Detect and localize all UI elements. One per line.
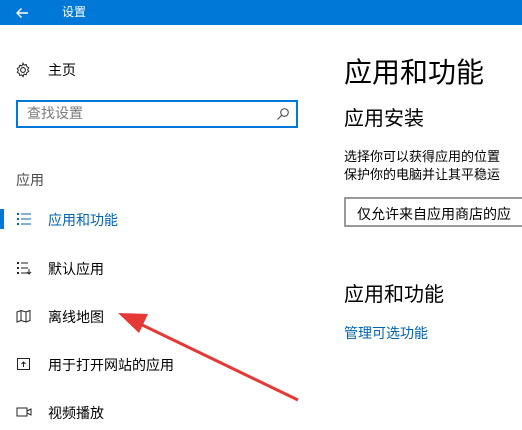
sidebar-item-label: 用于打开网站的应用 [48, 358, 174, 374]
main-content: 应用和功能 应用安装 选择你可以获得应用的位置 保护你的电脑并让其平稳运 仅允许… [344, 25, 522, 427]
home-label: 主页 [48, 63, 76, 79]
features-heading: 应用和功能 [344, 282, 444, 306]
search-box[interactable] [16, 100, 298, 128]
sidebar-item-apps-for-websites[interactable]: 用于打开网站的应用 [0, 346, 300, 382]
install-description: 选择你可以获得应用的位置 保护你的电脑并让其平稳运 [344, 149, 500, 185]
back-button[interactable] [0, 0, 44, 25]
page-title: 应用和功能 [344, 56, 485, 89]
active-indicator [0, 209, 4, 229]
sidebar-item-label: 应用和功能 [48, 213, 118, 229]
install-desc-line2: 保护你的电脑并让其平稳运 [344, 168, 501, 183]
sidebar-item-label: 离线地图 [48, 310, 104, 326]
manage-optional-features-link[interactable]: 管理可选功能 [344, 323, 428, 343]
install-source-dropdown[interactable]: 仅允许来自应用商店的应 [344, 197, 522, 227]
apps-features-icon [17, 213, 31, 225]
title-bar: 设置 [0, 0, 522, 25]
section-label-apps: 应用 [16, 173, 44, 189]
back-arrow-icon [16, 7, 28, 18]
search-icon[interactable] [276, 107, 290, 121]
install-desc-line1: 选择你可以获得应用的位置 [344, 150, 501, 165]
video-playback-icon [16, 407, 32, 417]
gear-icon [16, 62, 30, 78]
sidebar-item-apps-features[interactable]: 应用和功能 [0, 201, 300, 237]
sidebar-item-label: 默认应用 [48, 262, 104, 278]
default-apps-icon [17, 262, 32, 275]
search-input[interactable] [27, 106, 267, 122]
sidebar-item-home[interactable]: 主页 [0, 55, 300, 85]
sidebar-item-default-apps[interactable]: 默认应用 [0, 250, 300, 286]
install-heading: 应用安装 [344, 106, 424, 130]
sidebar: 主页 应用 应用和功能 默认应用 离线地图 [0, 25, 310, 427]
sidebar-item-offline-maps[interactable]: 离线地图 [0, 298, 300, 334]
dropdown-value: 仅允许来自应用商店的应 [357, 207, 511, 223]
sidebar-item-video-playback[interactable]: 视频播放 [0, 394, 300, 430]
apps-for-websites-icon [17, 358, 30, 370]
offline-maps-icon [16, 309, 31, 323]
window-title: 设置 [62, 5, 87, 19]
sidebar-item-label: 视频播放 [48, 406, 104, 422]
